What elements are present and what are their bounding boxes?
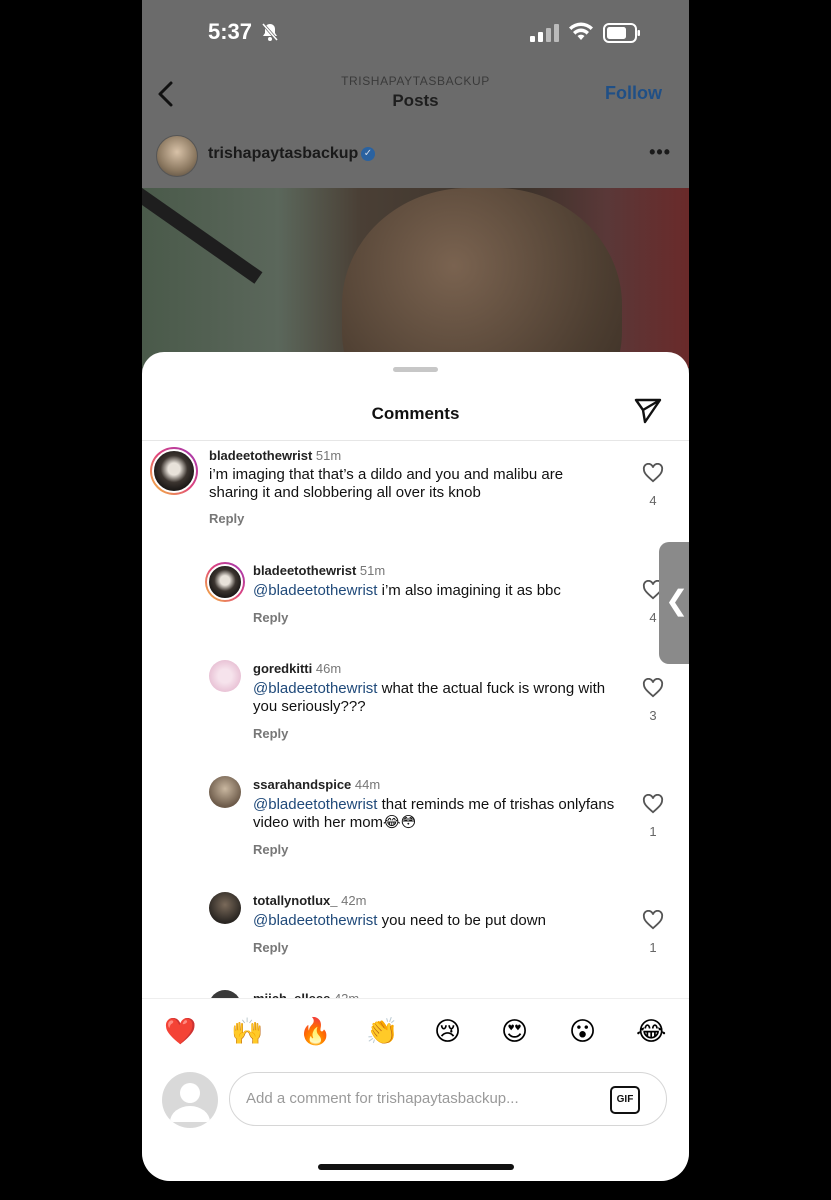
side-panel-tab[interactable]: ❮ [659, 542, 689, 664]
reaction-raising-hands-emoji[interactable]: 🙌 [231, 1017, 263, 1047]
comment-text: @bladeetothewrist that reminds me of tri… [253, 796, 633, 832]
reply-button[interactable]: Reply [253, 726, 288, 741]
gif-button[interactable]: GIF [610, 1086, 640, 1114]
silent-bell-icon [261, 23, 279, 41]
post-author-avatar[interactable] [156, 135, 198, 177]
like-heart-icon[interactable] [642, 678, 664, 698]
comment-username-text[interactable]: ssarahandspice [253, 777, 351, 792]
comment-username[interactable]: totallynotlux_ 42m [253, 893, 366, 908]
comment-time: 51m [315, 448, 342, 463]
like-heart-icon[interactable] [642, 910, 664, 930]
comment-username[interactable]: bladeetothewrist 51m [253, 563, 385, 578]
comment-input-placeholder[interactable]: Add a comment for trishapaytasbackup... [246, 1090, 519, 1107]
comment-username[interactable]: bladeetothewrist 51m [209, 448, 341, 463]
reaction-laughing-emoji[interactable]: 😂 [636, 1017, 666, 1047]
reply-button[interactable]: Reply [253, 940, 288, 955]
comment-time: 46m [315, 661, 342, 676]
comment-text: @bladeetothewrist you need to be put dow… [253, 912, 633, 930]
post-photo [142, 188, 689, 368]
comment-text: i’m imaging that that’s a dildo and you … [209, 466, 564, 501]
photo-subject [342, 188, 622, 368]
comment-time: 42m [341, 893, 367, 908]
commenter-avatar[interactable] [150, 447, 198, 495]
more-options-icon[interactable]: ••• [649, 142, 671, 163]
like-count: 1 [649, 824, 657, 839]
comment-text: @bladeetothewrist i’m also imagining it … [253, 582, 633, 600]
reaction-fire-emoji[interactable]: 🔥 [299, 1017, 331, 1047]
comment-mention[interactable]: @bladeetothewrist [253, 796, 377, 813]
like-heart-icon[interactable] [642, 463, 664, 483]
comment-time: 44m [354, 777, 381, 792]
commenter-avatar[interactable] [209, 776, 241, 808]
reaction-heart-emoji[interactable]: ❤️ [164, 1017, 196, 1047]
like-heart-icon[interactable] [642, 794, 664, 814]
comment-username-text[interactable]: bladeetothewrist [253, 563, 356, 578]
cellular-signal-icon [530, 24, 559, 42]
sheet-drag-handle[interactable] [393, 367, 438, 372]
sheet-title: Comments [371, 404, 460, 423]
current-user-avatar [162, 1072, 218, 1128]
comment-mention[interactable]: @bladeetothewrist [253, 582, 377, 599]
wifi-icon [569, 22, 593, 40]
share-send-icon[interactable] [633, 396, 663, 426]
default-profile-icon [170, 1083, 210, 1122]
divider [142, 440, 689, 441]
quick-reactions-bar: ❤️ 🙌 🔥 👏 😢 😍 😮 😂 [142, 998, 689, 1069]
home-indicator[interactable] [318, 1164, 514, 1170]
status-time: 5:37 [208, 19, 253, 44]
comment-body: i’m also imagining it as bbc [377, 582, 561, 599]
reply-button[interactable]: Reply [209, 511, 244, 526]
comment-body: you need to be put down [377, 912, 546, 929]
commenter-avatar[interactable] [209, 892, 241, 924]
status-bar: 5:37 [142, 0, 689, 64]
phone-screen: 5:37 TRISHAPAYTASBACKUP Posts Follow tri… [142, 0, 689, 1181]
like-count: 1 [649, 940, 657, 955]
comment-input[interactable]: Add a comment for trishapaytasbackup... … [229, 1072, 667, 1126]
comment-composer: Add a comment for trishapaytasbackup... … [142, 1068, 689, 1138]
comment-mention[interactable]: @bladeetothewrist [253, 680, 377, 697]
reaction-crying-emoji[interactable]: 😢 [434, 1017, 461, 1047]
comment-mention[interactable]: @bladeetothewrist [253, 912, 377, 929]
comment-username-text[interactable]: bladeetothewrist [209, 448, 312, 463]
comment-text: @bladeetothewrist what the actual fuck i… [253, 680, 633, 716]
chevron-left-icon: ❮ [665, 585, 689, 616]
comment-time: 51m [359, 563, 386, 578]
battery-icon [603, 23, 640, 43]
photo-object [142, 188, 263, 284]
verified-badge-icon: ✓ [361, 147, 375, 161]
reply-button[interactable]: Reply [253, 610, 288, 625]
comment-username-text[interactable]: goredkitti [253, 661, 312, 676]
reaction-clap-emoji[interactable]: 👏 [366, 1017, 398, 1047]
comment-username-text[interactable]: totallynotlux_ [253, 893, 338, 908]
post-header: trishapaytasbackup ✓ ••• [142, 124, 689, 188]
like-count: 3 [649, 708, 657, 723]
reply-button[interactable]: Reply [253, 842, 288, 857]
post-author-username[interactable]: trishapaytasbackup [208, 145, 358, 163]
reaction-heart-eyes-emoji[interactable]: 😍 [501, 1017, 528, 1047]
commenter-avatar[interactable] [205, 562, 245, 602]
comment-username[interactable]: goredkitti 46m [253, 661, 341, 676]
comment-username[interactable]: ssarahandspice 44m [253, 777, 380, 792]
commenter-avatar[interactable] [209, 660, 241, 692]
reaction-surprised-emoji[interactable]: 😮 [569, 1017, 596, 1047]
comments-sheet: Comments bladeetothewrist 51m i’m imagin… [142, 352, 689, 1181]
follow-button[interactable]: Follow [605, 83, 662, 104]
like-count: 4 [649, 493, 657, 508]
top-navigation-bar: TRISHAPAYTASBACKUP Posts Follow [142, 64, 689, 124]
